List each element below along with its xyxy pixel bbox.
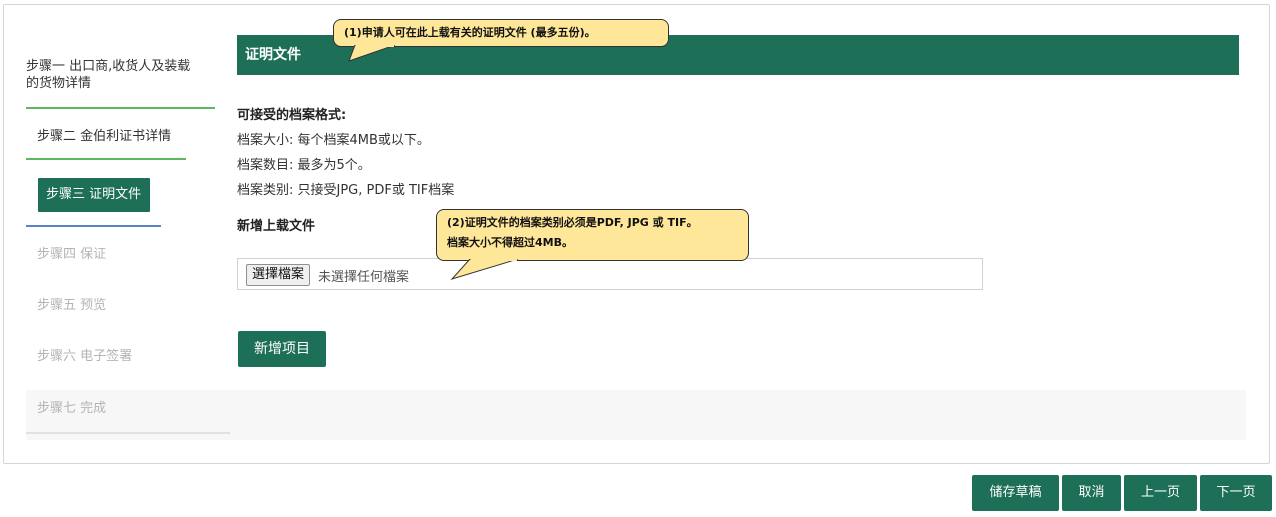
save-draft-button[interactable]: 储存草稿 bbox=[972, 475, 1059, 511]
step-1-divider bbox=[26, 107, 215, 109]
choose-file-button[interactable]: 選擇檔案 bbox=[246, 264, 311, 286]
sidebar-step-3-active[interactable]: 步骤三 证明文件 bbox=[38, 178, 150, 212]
format-size-info: 档案大小: 每个档案4MB或以下。 bbox=[237, 133, 430, 148]
add-item-button[interactable]: 新增项目 bbox=[238, 331, 326, 367]
next-page-button[interactable]: 下一页 bbox=[1200, 475, 1272, 511]
format-count-info: 档案数目: 最多为5个。 bbox=[237, 158, 371, 173]
file-input-row: 選擇檔案 未選擇任何檔案 bbox=[237, 258, 983, 290]
upload-heading: 新增上载文件 bbox=[237, 219, 316, 234]
step-3-divider bbox=[26, 225, 161, 227]
sidebar-step-4: 步骤四 保证 bbox=[37, 247, 107, 262]
sidebar-step-2[interactable]: 步骤二 金伯利证书详情 bbox=[37, 128, 171, 145]
no-file-selected-text: 未選擇任何檔案 bbox=[318, 270, 410, 285]
formats-heading: 可接受的档案格式: bbox=[237, 108, 347, 123]
sidebar-step-1[interactable]: 步骤一 出口商,收货人及装载的货物详情 bbox=[26, 58, 196, 92]
sidebar-step-5: 步骤五 预览 bbox=[37, 298, 107, 313]
cancel-button[interactable]: 取消 bbox=[1062, 475, 1121, 511]
sidebar-step-6: 步骤六 电子签署 bbox=[37, 349, 133, 364]
tooltip-file-rules-line2: 档案大小不得超过4MB。 bbox=[447, 236, 573, 249]
tooltip-file-rules-tail bbox=[450, 259, 519, 280]
tooltip-upload-hint-tail bbox=[348, 45, 396, 62]
tooltip-file-rules: (2)证明文件的档案类别必须是PDF, JPG 或 TIF。 档案大小不得超过4… bbox=[436, 209, 749, 261]
previous-page-button[interactable]: 上一页 bbox=[1124, 475, 1197, 511]
format-type-info: 档案类别: 只接受JPG, PDF或 TIF档案 bbox=[237, 183, 455, 198]
step-7-divider bbox=[26, 432, 230, 434]
step-2-divider bbox=[26, 158, 186, 160]
tooltip-upload-hint: (1)申请人可在此上载有关的证明文件 (最多五份)。 bbox=[333, 19, 669, 47]
sidebar-step-7: 步骤七 完成 bbox=[37, 401, 107, 416]
tooltip-file-rules-line1: (2)证明文件的档案类别必须是PDF, JPG 或 TIF。 bbox=[447, 216, 698, 229]
